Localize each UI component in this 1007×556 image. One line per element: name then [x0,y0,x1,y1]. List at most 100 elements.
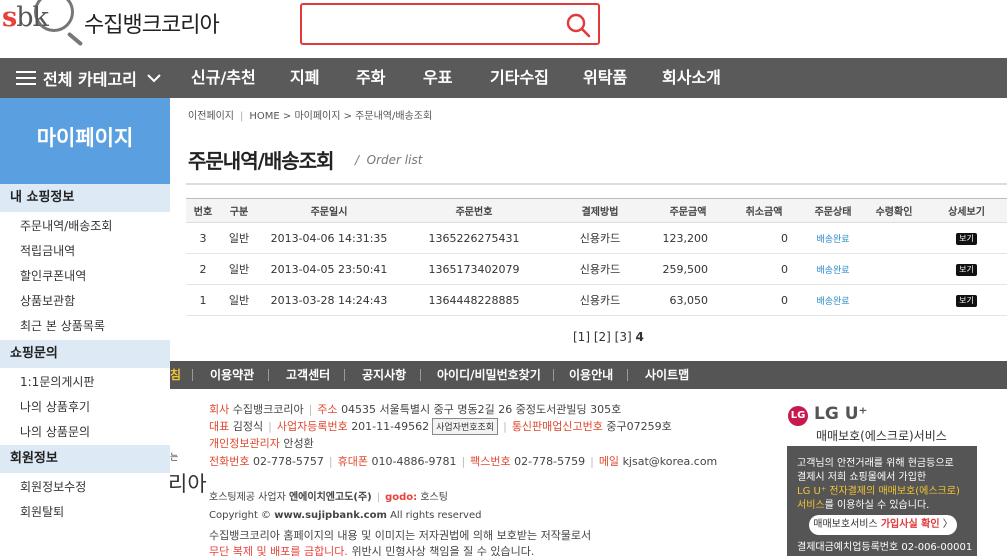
page-link-1[interactable]: [1] [573,330,590,344]
sidebar-item-orders[interactable]: 주문내역/배송조회 [20,218,112,234]
cell-receipt [862,284,926,316]
footer-link-guide[interactable]: 이용안내 [569,361,613,389]
lg-service-name: 매매보호(에스크로)서비스 [816,429,947,443]
escrow-text-line: 고객님의 안전거래를 위해 현금등으로 [797,458,954,469]
footer-divider [553,369,554,381]
breadcrumb-path: HOME > 마이페이지 > 주문내역/배송조회 [249,111,433,122]
sidebar-item-withdraw[interactable]: 회원탈퇴 [20,504,64,520]
cell-order-no[interactable]: 1365226275431 [400,222,548,254]
col-header-date: 주문일시 [258,198,400,223]
footer-logo-fragment-top: 는 [170,453,179,463]
footer-divider [627,369,628,381]
sidebar-item-wishlist[interactable]: 상품보관함 [20,293,75,309]
nav-item-new[interactable]: 신규/추천 [191,58,256,98]
footer-hosting-line: 호스팅제공 사업자 엔에이치엔고도(주) | godo: 호스팅 [209,492,448,503]
search-icon[interactable] [565,12,591,38]
page-link-2[interactable]: [2] [594,330,611,344]
sidebar-item-edit-profile[interactable]: 회원정보수정 [20,479,86,495]
nav-item-etc[interactable]: 기타수집 [490,58,549,98]
table-row: 2 일반 2013-04-05 23:50:41 1365173402079 신… [186,253,1007,285]
view-detail-button[interactable]: 보기 [956,264,977,276]
site-logo[interactable]: sbk 수집뱅크코리아 [0,0,240,52]
footer-link-support[interactable]: 고객센터 [286,361,330,389]
page-link-3[interactable]: [3] [615,330,632,344]
cell-cancel: 0 [724,222,804,254]
sidebar-title: 마이페이지 [0,98,170,184]
footer-link-sitemap[interactable]: 사이트맵 [645,361,689,389]
col-header-payment: 결제방법 [548,198,652,223]
footer-divider [268,369,269,381]
lg-brand-name: LG U⁺ [814,404,868,424]
search-input[interactable] [308,10,558,38]
cell-no: 1 [186,284,220,316]
lg-logo-icon: LG [788,406,808,426]
col-header-cancel: 취소금액 [724,198,804,223]
logo-magnifier-handle [66,31,84,47]
logo-sbk-mark: sbk [2,2,49,33]
footer-privacy-line: 개인정보관리자 안성환 [209,437,314,450]
footer-ceo-line: 대표 김정식 | 사업자등록번호 201-11-49562 사업자번호조회 | 통신판매업… [209,418,672,435]
cell-order-no[interactable]: 1365173402079 [400,253,548,285]
sidebar-section-shopping-info: 내 쇼핑정보 [0,184,170,212]
search-box [300,3,600,45]
col-header-no: 번호 [186,198,220,223]
view-detail-button[interactable]: 보기 [956,295,977,307]
cell-date: 2013-04-06 14:31:35 [258,222,400,254]
view-detail-button[interactable]: 보기 [956,233,977,245]
table-row: 1 일반 2013-03-28 14:24:43 1364448228885 신… [186,284,1007,316]
cell-payment: 신용카드 [548,253,652,285]
footer-link-terms[interactable]: 이용약관 [210,361,254,389]
all-category-label: 전체 카테고리 [43,70,137,89]
cell-amount: 63,050 [652,284,724,316]
order-table: 번호 구분 주문일시 주문번호 결제방법 주문금액 취소금액 주문상태 수령확인… [186,198,1007,316]
sidebar-item-coupons[interactable]: 할인쿠폰내역 [20,268,86,284]
cell-no: 2 [186,253,220,285]
cell-cancel: 0 [724,284,804,316]
footer-divider [192,369,193,381]
col-header-order-no: 주문번호 [400,198,548,223]
footer-link-notice[interactable]: 공지사항 [362,361,406,389]
status-link[interactable]: 배송완료 [816,235,849,245]
sidebar-item-points[interactable]: 적립금내역 [20,243,75,259]
footer-link-partial[interactable]: 침 [170,361,181,389]
nav-item-coin[interactable]: 주화 [356,58,385,98]
col-header-amount: 주문금액 [652,198,724,223]
all-category-button[interactable]: 전체 카테고리 [16,58,161,98]
site-header: sbk 수집뱅크코리아 [0,0,1007,58]
status-link[interactable]: 배송완료 [816,297,849,307]
cell-type: 일반 [220,222,258,254]
pagination: [1] [2] [3] 4 [573,330,644,344]
nav-item-consign[interactable]: 위탁품 [583,58,627,98]
chevron-down-icon [147,74,161,83]
cell-order-no[interactable]: 1364448228885 [400,284,548,316]
sidebar-item-product-qna[interactable]: 나의 상품문의 [20,424,90,440]
nav-item-company[interactable]: 회사소개 [662,58,721,98]
nav-item-banknote[interactable]: 지폐 [290,58,319,98]
sidebar-item-qna[interactable]: 1:1문의게시판 [20,374,95,390]
footer-notice-line2: 무단 복제 및 배포를 금합니다. 위반시 민형사상 책임을 질 수 있습니다. [209,545,535,556]
breadcrumb: 이전페이지 | HOME > 마이페이지 > 주문내역/배송조회 [188,111,433,122]
col-header-detail: 상세보기 [926,198,1007,223]
breadcrumb-prev-link[interactable]: 이전페이지 [188,111,234,122]
nav-item-stamp[interactable]: 우표 [423,58,452,98]
sidebar-item-recent[interactable]: 최근 본 상품목록 [20,318,105,334]
cell-amount: 123,200 [652,222,724,254]
godo-logo: godo: [385,492,418,503]
col-header-status: 주문상태 [804,198,862,223]
footer-divider [344,369,345,381]
cell-amount: 259,500 [652,253,724,285]
biz-lookup-button[interactable]: 사업자번호조회 [432,418,499,435]
main-nav: 전체 카테고리 신규/추천 지폐 주화 우표 기타수집 위탁품 회사소개 [0,58,1007,98]
cell-cancel: 0 [724,253,804,285]
sidebar-section-inquiry: 쇼핑문의 [0,340,170,368]
page-subtitle: / Order list [355,153,423,167]
escrow-text-line: 결제시 저희 쇼핑몰에서 가입한 [797,472,927,483]
escrow-confirm-button[interactable]: 매매보호서비스 가입사실 확인 〉 [809,515,957,535]
footer-contact-line: 전화번호 02-778-5757 | 휴대폰 010-4886-9781 | 팩스번호 … [209,455,718,468]
footer-link-find-account[interactable]: 아이디/비밀번호찾기 [437,361,541,389]
sidebar-item-reviews[interactable]: 나의 상품후기 [20,399,90,415]
page-current: 4 [635,330,644,344]
footer-divider [420,369,421,381]
escrow-text-line: 서비스를 이용하실 수 있습니다. [797,500,930,511]
status-link[interactable]: 배송완료 [816,266,849,276]
